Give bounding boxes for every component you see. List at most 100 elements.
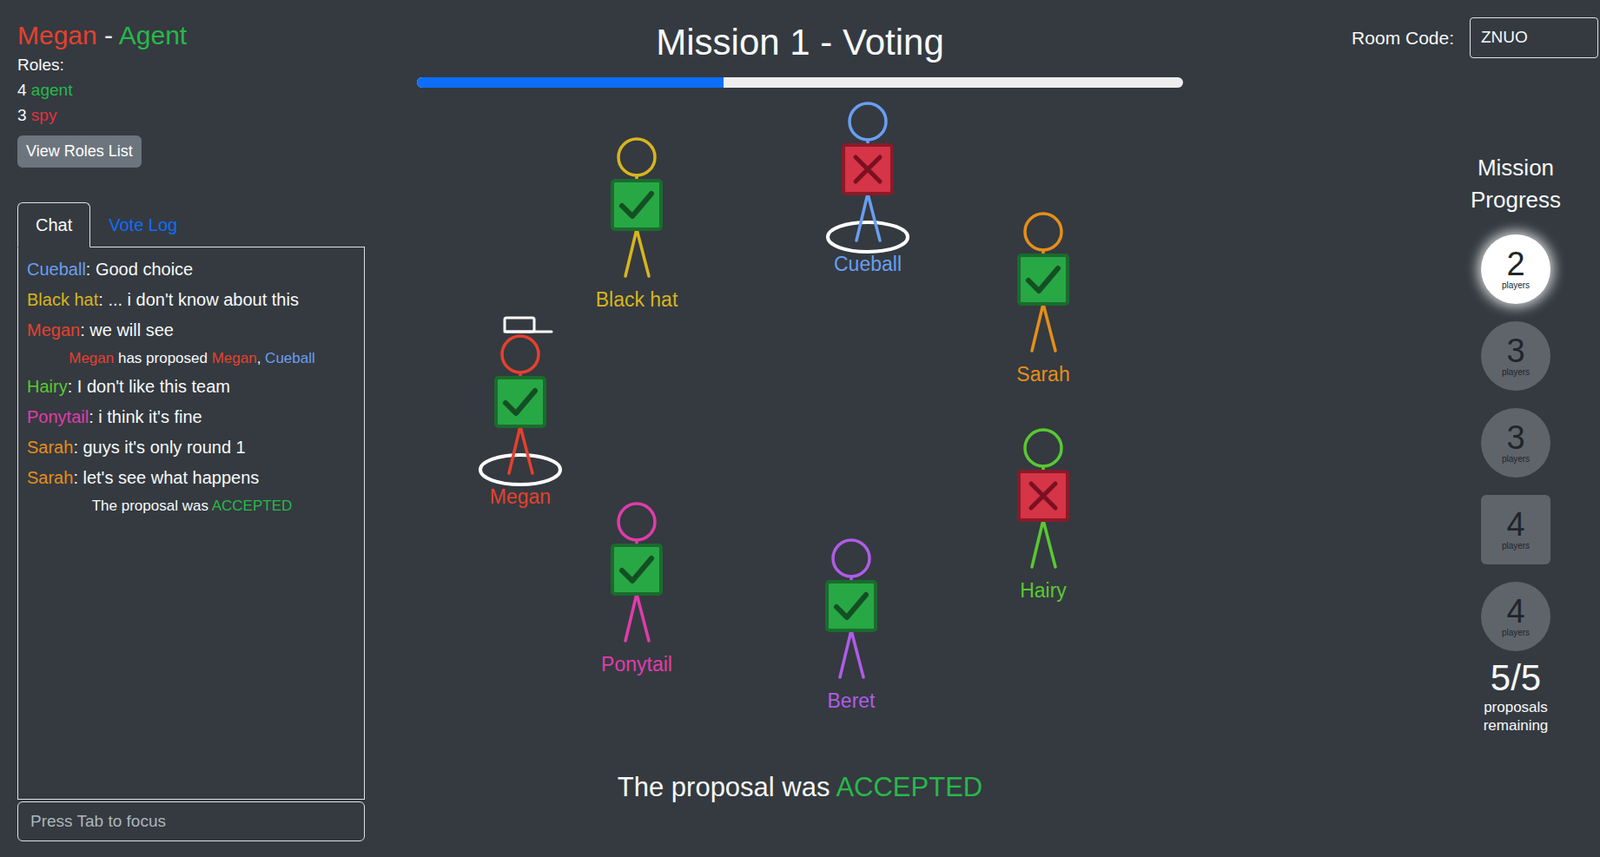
mission-size: 4 [1506, 595, 1525, 629]
chat-text: Sarah [26, 437, 73, 457]
mission-size: 3 [1506, 421, 1525, 455]
chat-message: Sarah: guys it's only round 1 [26, 432, 358, 463]
chat-text: ACCEPTED [211, 497, 293, 515]
chat-log: Cueball: Good choiceBlack hat: ... i don… [17, 247, 365, 800]
room-code-field[interactable] [1469, 17, 1599, 59]
proposals-remaining: 5/5proposals remaining [1463, 658, 1568, 736]
player[interactable]: Sarah [982, 192, 1105, 388]
roles-heading: Roles: [17, 52, 365, 78]
reject-vote-icon [843, 145, 893, 194]
room-code: Room Code: [1217, 17, 1599, 59]
chat-text: : ... i don't know about this [98, 290, 299, 310]
player[interactable]: Black hat [575, 118, 698, 313]
separator: - [97, 20, 120, 50]
role-count: 4 agent [17, 77, 365, 103]
chat-event: The proposal was ACCEPTED [26, 493, 358, 520]
chat-text: Cueball [26, 259, 86, 279]
mission-size: 3 [1506, 334, 1525, 368]
chat-text: Hairy [26, 376, 68, 397]
mission-size-label: players [1501, 367, 1530, 377]
chat-text: : i think it's fine [88, 407, 203, 427]
player-name: Beret [827, 689, 876, 715]
player-figure-icon [468, 315, 573, 490]
team-ring-icon [480, 455, 561, 485]
chat-message: Ponytail: i think it's fine [26, 402, 358, 433]
leader-hat-icon [504, 317, 552, 332]
chat-tab[interactable]: Chat [17, 202, 91, 248]
chat-input[interactable] [17, 801, 365, 843]
chat-text: Cueball [264, 350, 316, 367]
chat-text: has proposed [113, 350, 212, 367]
player-figure-icon [991, 409, 1096, 583]
chat-text: Megan [211, 350, 258, 367]
player-figure-icon [799, 519, 904, 694]
chat-tabs: ChatVote Log [17, 202, 365, 248]
room-code-label: Room Code: [1351, 24, 1455, 53]
roles-button-wrap: View Roles List [17, 128, 365, 168]
chat-text: Sarah [26, 468, 73, 488]
chat-text: : Good choice [85, 259, 193, 279]
info-panel: Room Code:Mission Progress2players3playe… [1217, 0, 1600, 857]
player-name: Ponytail [601, 653, 673, 678]
player-role: Agent [119, 20, 187, 50]
player-figure-icon [584, 482, 689, 657]
mission-marker: 4players [1480, 581, 1551, 652]
chat-text: Megan [68, 350, 114, 367]
player[interactable]: Ponytail [575, 482, 698, 678]
chat-text: : let's see what happens [72, 468, 259, 488]
mission-size: 2 [1506, 247, 1525, 281]
mission-size-label: players [1501, 454, 1530, 464]
vote-result: The proposal was ACCEPTED [617, 767, 983, 809]
player[interactable]: Beret [790, 519, 913, 715]
side-panel: Megan - AgentRoles:4 agent3 spy View Role… [0, 0, 383, 857]
chat-event: Megan has proposed Megan, Cueball [26, 345, 358, 372]
chat-text: : guys it's only round 1 [72, 437, 245, 457]
player-figure-icon [815, 82, 920, 257]
role-number: 4 [17, 80, 27, 100]
chat-text: : I don't like this team [67, 376, 231, 397]
chat-message: Cueball: Good choice [26, 254, 358, 285]
chat-message: Megan: we will see [26, 315, 358, 346]
mission-size: 4 [1506, 508, 1525, 542]
chat-text: Megan [26, 320, 80, 340]
player-name: Hairy [1019, 579, 1067, 604]
timer-bar [416, 77, 1184, 88]
chat-text: : we will see [79, 320, 174, 340]
player-figure-icon [584, 118, 689, 292]
player-table: MeganBlack hatCueballSarahHairyBeretPony… [382, 95, 1218, 756]
game-screen: Megan - AgentRoles:4 agent3 spyView Role… [0, 0, 1600, 857]
mission-marker: 2players [1480, 234, 1551, 305]
chat-text: , [257, 350, 265, 367]
mission-title: Mission 1 - Voting [655, 19, 945, 67]
mission-list: 2players3players3players4players4players [1480, 234, 1551, 652]
chat-message: Black hat: ... i don't know about this [26, 284, 358, 316]
result-status: ACCEPTED [835, 772, 983, 803]
view-roles-button[interactable]: View Roles List [17, 135, 142, 168]
approve-vote-icon [612, 545, 662, 595]
player[interactable]: Cueball [806, 82, 929, 278]
reject-vote-icon [1018, 471, 1068, 521]
chat-text: Black hat [26, 290, 99, 310]
mission-marker: 4players [1480, 495, 1551, 565]
player[interactable]: Hairy [982, 409, 1105, 604]
role-count: 3 spy [17, 102, 365, 128]
chat-text: The proposal was [92, 497, 212, 515]
player-name: Black hat [595, 288, 679, 313]
chat-tab[interactable]: Vote Log [90, 202, 196, 248]
mission-progress: Mission Progress2players3players3players… [1459, 152, 1573, 736]
player-name: Sarah [1016, 363, 1070, 388]
player[interactable]: Megan [459, 315, 582, 510]
role-number: 3 [17, 105, 27, 125]
chat-text: Ponytail [26, 407, 89, 427]
approve-vote-icon [495, 377, 545, 427]
player-figure-icon [991, 192, 1096, 367]
player-name: Megan [17, 20, 98, 50]
chat-message: Sarah: let's see what happens [26, 462, 358, 494]
mission-size-label: players [1501, 280, 1530, 291]
approve-vote-icon [1018, 255, 1068, 305]
game-board: Mission 1 - Voting Megan Black hat Cueball S… [382, 0, 1218, 857]
role-label: spy [31, 105, 58, 125]
approve-vote-icon [826, 581, 876, 631]
role-label: agent [31, 80, 73, 100]
chat-message: Hairy: I don't like this team [26, 371, 358, 403]
